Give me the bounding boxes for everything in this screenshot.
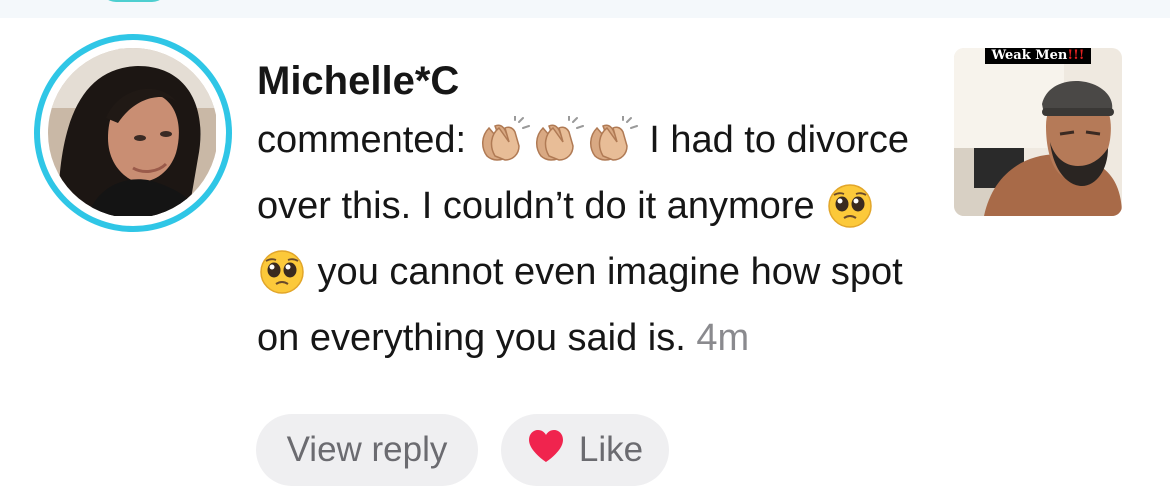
like-button[interactable]: Like bbox=[501, 414, 669, 486]
heart-icon bbox=[527, 429, 565, 472]
clapping-hands-icon bbox=[585, 115, 639, 178]
comment-username[interactable]: Michelle*C bbox=[257, 58, 459, 104]
comment-body: commented: I had to divorce over this. I… bbox=[257, 112, 917, 366]
avatar[interactable] bbox=[34, 34, 232, 232]
avatar-photo bbox=[48, 48, 218, 218]
video-thumbnail[interactable]: Weak Men!!! bbox=[954, 48, 1122, 216]
like-label: Like bbox=[578, 430, 644, 469]
clapping-hands-icon bbox=[531, 115, 585, 178]
comment-timestamp: 4m bbox=[696, 317, 750, 359]
view-reply-button[interactable]: View reply bbox=[256, 414, 478, 486]
comment-text-part2: you cannot even imagine how spot on ever… bbox=[257, 251, 903, 359]
previous-item-strip bbox=[0, 0, 1170, 18]
clapping-hands-icon bbox=[477, 115, 531, 178]
pleading-face-icon bbox=[257, 248, 307, 310]
comment-prefix: commented: bbox=[257, 119, 467, 161]
comment-notification[interactable]: Michelle*C commented: I had to divorce o… bbox=[0, 18, 1170, 503]
pleading-face-icon bbox=[825, 182, 875, 244]
thumbnail-caption: Weak Men!!! bbox=[954, 48, 1122, 68]
previous-item-edge bbox=[100, 0, 168, 2]
